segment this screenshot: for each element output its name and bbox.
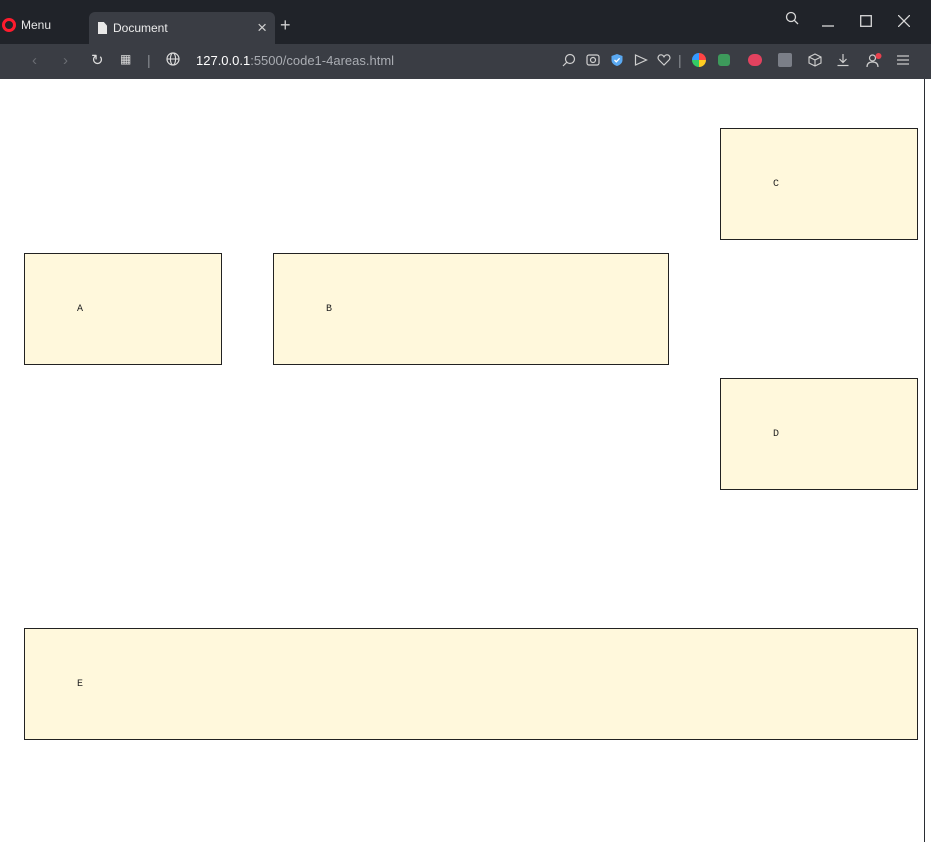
area-e-label: E (77, 679, 84, 690)
maximize-icon[interactable] (860, 14, 872, 32)
profile-icon[interactable] (866, 53, 882, 68)
reload-icon[interactable]: ↻ (91, 51, 104, 69)
toolbar-separator: | (147, 52, 151, 68)
speed-dial-icon[interactable]: ▦ (120, 52, 131, 66)
color-picker-extension-icon[interactable] (692, 53, 706, 67)
url-path: :5500/code1-4areas.html (250, 53, 395, 68)
area-c-label: C (773, 179, 780, 190)
area-b: B (273, 253, 669, 365)
forward-icon[interactable]: › (63, 52, 68, 69)
tab-title: Document (113, 21, 168, 35)
area-d: D (720, 378, 918, 490)
download-icon[interactable] (836, 53, 850, 67)
vpn-shield-icon[interactable] (610, 53, 624, 67)
area-d-label: D (773, 429, 780, 440)
toolbar-separator-2: | (678, 52, 682, 68)
menu-button[interactable]: Menu (2, 14, 51, 36)
box-extension-icon[interactable] (808, 53, 822, 67)
area-c: C (720, 128, 918, 240)
site-info-icon[interactable] (166, 52, 180, 70)
address-bar: ‹ › ↻ ▦ | 127.0.0.1:5500/code1-4areas.ht… (0, 44, 931, 79)
easy-setup-icon[interactable] (896, 53, 910, 67)
url-input[interactable]: 127.0.0.1:5500/code1-4areas.html (196, 53, 394, 68)
new-tab-button[interactable]: + (280, 15, 291, 36)
minimize-icon[interactable] (822, 14, 834, 33)
url-host: 127.0.0.1 (196, 53, 251, 68)
browser-window: Menu Document × + ‹ › ↻ ▦ | 127.0.0.1:55… (0, 0, 931, 842)
area-e: E (24, 628, 918, 740)
tab-document[interactable]: Document × (89, 12, 275, 44)
tab-strip: Menu Document × + (0, 0, 931, 44)
document-icon (98, 22, 107, 34)
area-a: A (24, 253, 222, 365)
opera-logo-icon (2, 18, 16, 32)
snapshot-icon[interactable] (586, 53, 600, 67)
css-extension-icon[interactable] (778, 53, 792, 67)
send-icon[interactable] (634, 53, 648, 67)
search-tabs-icon[interactable] (785, 11, 799, 30)
area-a-label: A (77, 304, 84, 315)
page-viewport: C A B D E (0, 79, 925, 842)
menu-label: Menu (21, 18, 52, 32)
find-in-page-icon[interactable] (562, 53, 576, 67)
close-tab-icon[interactable]: × (257, 18, 267, 38)
cube-extension-icon[interactable] (718, 54, 730, 66)
heart-icon[interactable] (657, 53, 671, 67)
close-window-icon[interactable] (897, 14, 911, 32)
es-extension-icon[interactable] (748, 54, 762, 66)
back-icon[interactable]: ‹ (32, 52, 37, 69)
area-b-label: B (326, 304, 333, 315)
